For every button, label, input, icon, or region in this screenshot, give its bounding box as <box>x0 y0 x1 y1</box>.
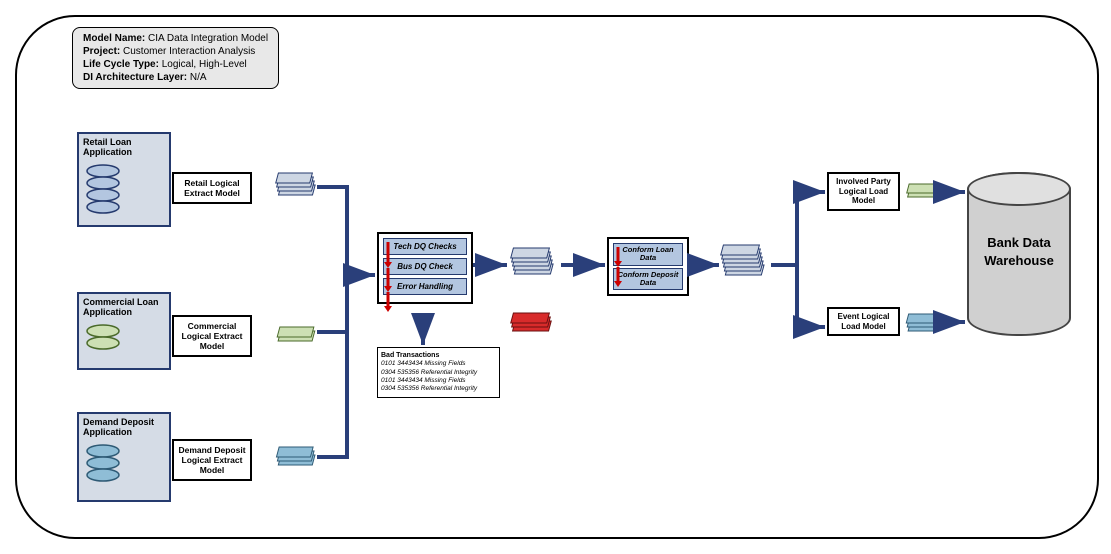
stack-icon <box>507 242 562 287</box>
load-event: Event Logical Load Model <box>827 307 900 336</box>
dq-process-box: Tech DQ Checks Bus DQ Check Error Handli… <box>377 232 473 304</box>
source-retail-label: Retail Loan Application <box>83 137 165 157</box>
source-retail-loan: Retail Loan Application <box>77 132 171 227</box>
dq-bus: Bus DQ Check <box>383 258 467 275</box>
stack-icon <box>272 440 322 475</box>
stack-icon <box>272 167 322 207</box>
extract-commercial: Commercial Logical Extract Model <box>172 315 252 357</box>
load-involved-party: Involved Party Logical Load Model <box>827 172 900 211</box>
warehouse-label: Bank Data Warehouse <box>969 234 1069 270</box>
dq-tech: Tech DQ Checks <box>383 238 467 255</box>
stack-icon <box>717 239 772 289</box>
conform-box: Conform Loan Data Conform Deposit Data <box>607 237 689 296</box>
source-commercial-loan: Commercial Loan Application <box>77 292 171 370</box>
extract-retail: Retail Logical Extract Model <box>172 172 252 204</box>
dq-flow-arrows <box>381 238 395 316</box>
source-demand-deposit: Demand Deposit Application <box>77 412 171 502</box>
stack-icon <box>272 319 322 349</box>
source-commercial-label: Commercial Loan Application <box>83 297 165 317</box>
source-demand-label: Demand Deposit Application <box>83 417 165 437</box>
stack-icon <box>902 177 947 205</box>
data-warehouse: Bank Data Warehouse <box>967 172 1071 336</box>
bad-transactions-report: Bad Transactions 0101 3443434 Missing Fi… <box>377 347 500 398</box>
error-stack-icon <box>507 307 562 337</box>
conform-flow-arrows <box>611 243 625 291</box>
dq-err: Error Handling <box>383 278 467 295</box>
diagram-container: Model Name: CIA Data Integration Model P… <box>15 15 1099 539</box>
stack-icon <box>902 309 947 341</box>
model-info-box: Model Name: CIA Data Integration Model P… <box>72 27 279 89</box>
extract-demand: Demand Deposit Logical Extract Model <box>172 439 252 481</box>
